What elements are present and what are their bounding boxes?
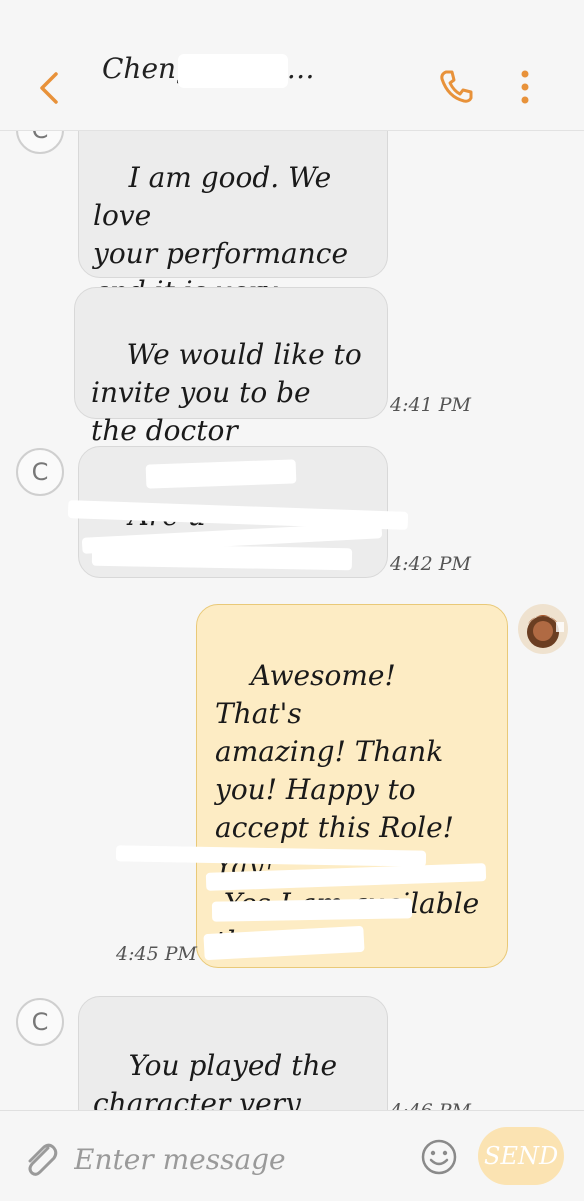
message-text: We would like to invite you to be the do… [91, 338, 362, 447]
redaction-mark [91, 543, 353, 571]
message-timestamp: 4:45 PM [116, 943, 197, 965]
back-button[interactable] [34, 70, 66, 106]
user-photo [518, 604, 568, 654]
message-timestamp: 4:41 PM [390, 394, 471, 416]
call-button[interactable] [436, 66, 476, 106]
emoji-icon [421, 1139, 457, 1175]
attach-button[interactable] [22, 1138, 58, 1178]
message-text: Awesome! That's amazing! Thank you! Happ… [215, 659, 480, 967]
user-avatar[interactable] [518, 604, 568, 654]
more-options-button[interactable] [515, 68, 535, 108]
attach-icon [28, 1143, 58, 1176]
message-timestamp: 4:42 PM [390, 553, 471, 575]
more-vertical-icon [521, 70, 529, 104]
phone-icon [440, 70, 473, 103]
conversation-header: Cheng (A Wo… [0, 0, 584, 131]
contact-avatar[interactable]: C [16, 998, 64, 1046]
emoji-button[interactable] [420, 1138, 458, 1176]
message-timestamp: 4:46 PM [390, 1100, 471, 1110]
back-arrow-icon [40, 72, 58, 104]
message-text: You played the character very well [93, 1049, 338, 1110]
incoming-message-bubble[interactable]: You played the character very well [78, 996, 388, 1110]
message-input[interactable] [72, 1136, 396, 1182]
message-thread[interactable]: C I am good. We love your performance an… [0, 0, 584, 1110]
redaction-mark [178, 54, 288, 88]
incoming-message-bubble[interactable]: We would like to invite you to be the do… [74, 287, 388, 447]
redaction-mark [211, 898, 413, 922]
send-button[interactable]: SEND [478, 1127, 564, 1185]
contact-avatar[interactable]: C [16, 448, 64, 496]
